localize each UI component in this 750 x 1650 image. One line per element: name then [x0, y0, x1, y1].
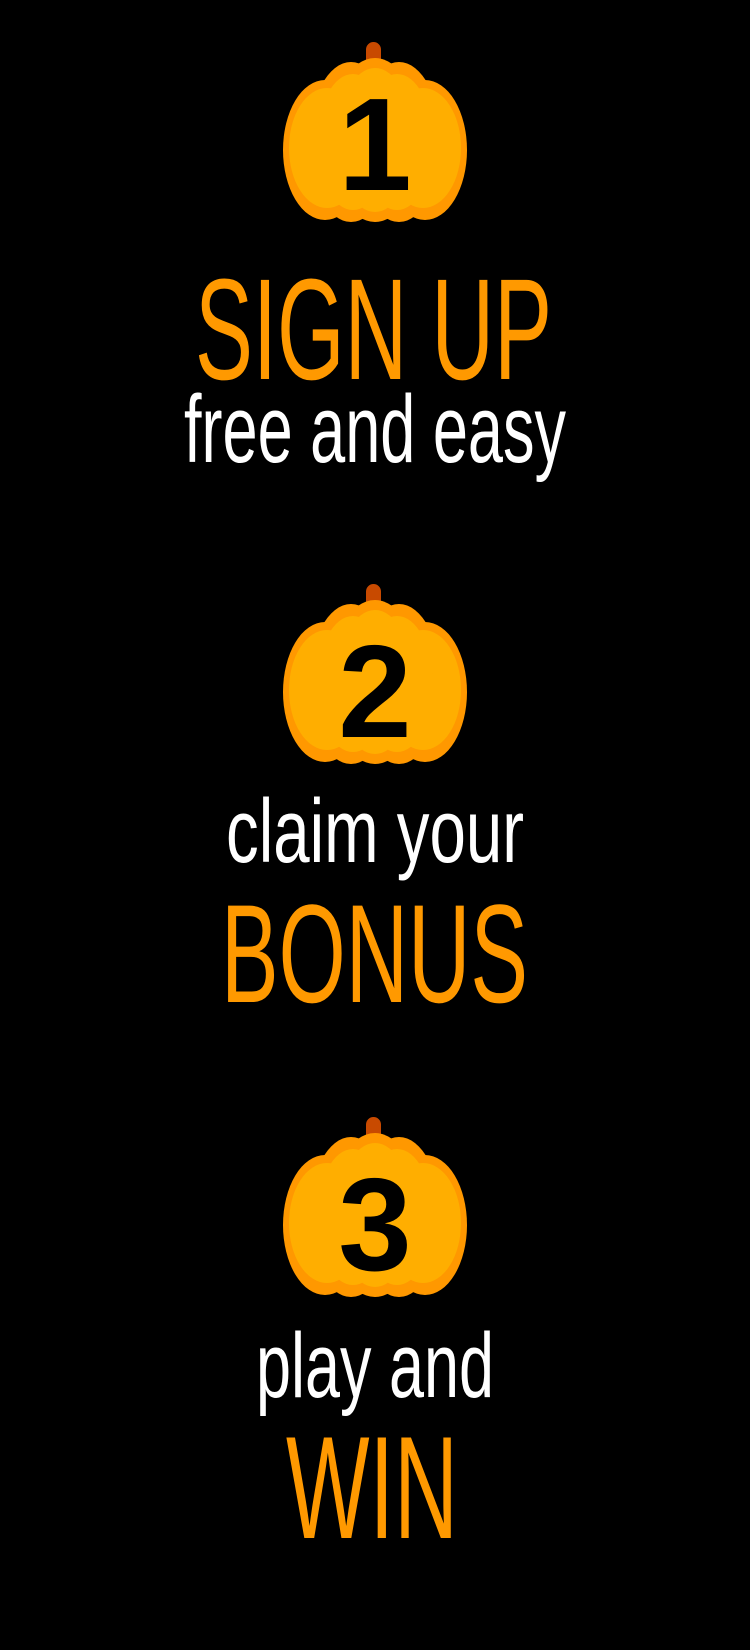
- step-pretitle: claim your: [226, 782, 524, 882]
- step-number: 1: [338, 71, 411, 218]
- step-2: 2 claim your BONUS: [221, 584, 528, 1032]
- step-title: BONUS: [221, 875, 528, 1032]
- step-3: 3 play and WIN: [256, 1117, 494, 1569]
- step-number: 2: [338, 618, 411, 765]
- step-1: 1 SIGN UP free and easy: [184, 42, 566, 483]
- step-subtitle: free and easy: [184, 376, 566, 483]
- step-number: 3: [338, 1151, 411, 1298]
- step-pretitle: play and: [256, 1315, 494, 1417]
- step-title: WIN: [286, 1406, 458, 1569]
- steps-graphic: 1 SIGN UP free and easy 2 claim your BON…: [184, 42, 566, 1569]
